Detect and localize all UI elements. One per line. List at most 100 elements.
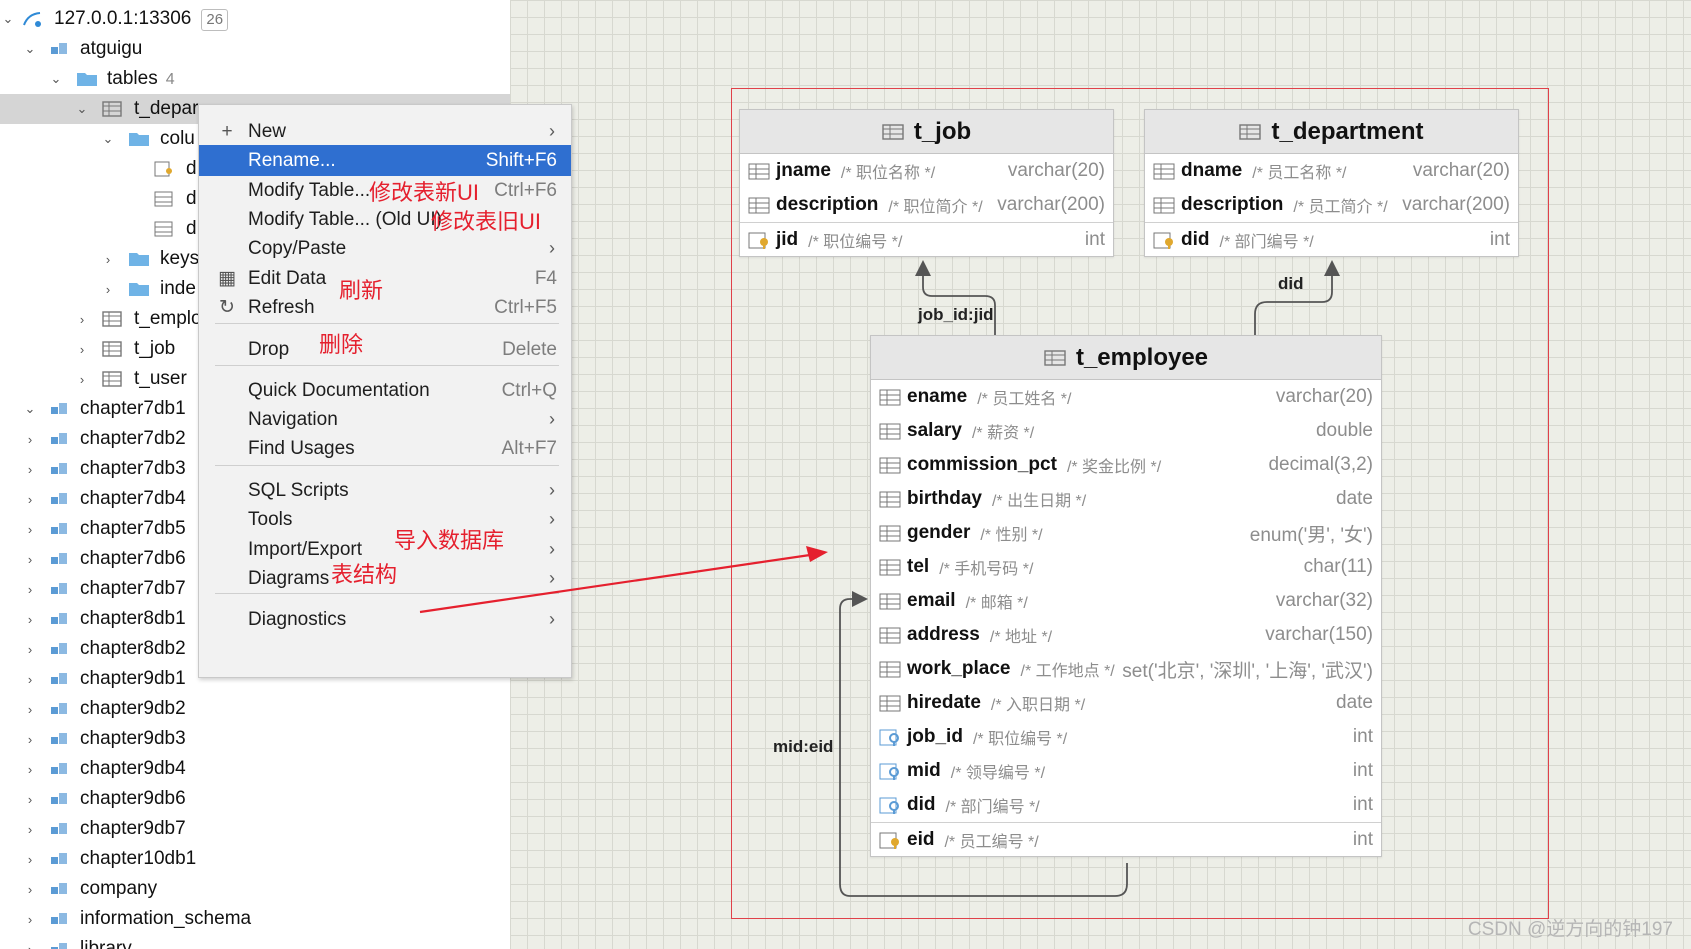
menu-item-find-usages[interactable]: Find Usages Alt+F7 — [199, 433, 571, 464]
menu-item-edit-data[interactable]: ▦ Edit Data F4 — [199, 263, 571, 294]
entity-field[interactable]: ename /* 员工姓名 */ varchar(20) — [871, 380, 1381, 414]
menu-item-label: Edit Data — [248, 267, 327, 289]
menu-separator — [215, 465, 559, 466]
chevron-right-icon[interactable]: › — [74, 371, 90, 387]
entity-title: t_employee — [1075, 343, 1209, 371]
primary-key-icon — [1153, 232, 1173, 249]
entity-field[interactable]: commission_pct /* 奖金比例 */ decimal(3,2) — [871, 448, 1381, 482]
tree-database[interactable]: › chapter9db6 — [0, 784, 510, 814]
entity-field[interactable]: address /* 地址 */ varchar(150) — [871, 618, 1381, 652]
menu-item-navigation[interactable]: Navigation › — [199, 404, 571, 435]
chevron-right-icon[interactable]: › — [22, 851, 38, 867]
chevron-right-icon[interactable]: › — [100, 281, 116, 297]
chevron-right-icon[interactable]: › — [22, 791, 38, 807]
tree-database[interactable]: › library — [0, 934, 510, 949]
field-name: job_id — [907, 726, 963, 747]
database-label: chapter7db6 — [80, 548, 186, 569]
entity-field[interactable]: mid /* 领导编号 */ int — [871, 754, 1381, 788]
entity-header[interactable]: t_job — [740, 110, 1113, 154]
chevron-down-icon[interactable]: ⌄ — [74, 101, 90, 117]
schema-icon — [51, 883, 67, 894]
chevron-right-icon[interactable]: › — [22, 821, 38, 837]
chevron-down-icon[interactable]: ⌄ — [22, 401, 38, 417]
menu-item-diagnostics[interactable]: Diagnostics › — [199, 604, 571, 635]
database-label: chapter9db3 — [80, 728, 186, 749]
menu-item-new[interactable]: + New › — [199, 116, 571, 147]
column-icon — [154, 191, 173, 207]
tree-database[interactable]: › chapter10db1 — [0, 844, 510, 874]
entity-field[interactable]: job_id /* 职位编号 */ int — [871, 720, 1381, 754]
chevron-right-icon[interactable]: › — [74, 311, 90, 327]
menu-item-quick-documentation[interactable]: Quick Documentation Ctrl+Q — [199, 375, 571, 406]
chevron-right-icon[interactable]: › — [22, 431, 38, 447]
entity-key-field[interactable]: did /* 部门编号 */ int — [1145, 222, 1518, 256]
tree-database[interactable]: › chapter9db7 — [0, 814, 510, 844]
entity-field[interactable]: description /* 职位简介 */ varchar(200) — [740, 188, 1113, 222]
chevron-right-icon[interactable]: › — [22, 521, 38, 537]
chevron-right-icon[interactable]: › — [22, 941, 38, 949]
chevron-right-icon[interactable]: › — [22, 491, 38, 507]
tree-schema[interactable]: ⌄ atguigu — [0, 34, 510, 64]
entity-t-job[interactable]: t_job jname /* 职位名称 */ varchar(20) descr… — [739, 109, 1114, 257]
entity-field[interactable]: dname /* 员工名称 */ varchar(20) — [1145, 154, 1518, 188]
chevron-right-icon[interactable]: › — [22, 461, 38, 477]
database-label: chapter7db1 — [80, 398, 186, 419]
entity-field[interactable]: did /* 部门编号 */ int — [871, 788, 1381, 822]
schema-icon — [51, 763, 67, 774]
entity-field[interactable]: salary /* 薪资 */ double — [871, 414, 1381, 448]
entity-header[interactable]: t_department — [1145, 110, 1518, 154]
entity-t-department[interactable]: t_department dname /* 员工名称 */ varchar(20… — [1144, 109, 1519, 257]
tree-database[interactable]: › information_schema — [0, 904, 510, 934]
table-label: t_emplo — [134, 308, 202, 329]
chevron-right-icon[interactable]: › — [100, 251, 116, 267]
entity-field[interactable]: description /* 员工简介 */ varchar(200) — [1145, 188, 1518, 222]
annotation-modify-new: 修改表新UI — [369, 180, 480, 205]
tree-connection[interactable]: ⌄ 127.0.0.1:13306 26 — [0, 4, 510, 34]
tree-tables-folder[interactable]: ⌄ tables 4 — [0, 64, 510, 94]
entity-key-field[interactable]: eid /* 员工编号 */ int — [871, 822, 1381, 856]
chevron-down-icon[interactable]: ⌄ — [48, 71, 64, 87]
chevron-right-icon[interactable]: › — [22, 671, 38, 687]
chevron-right-icon[interactable]: › — [22, 581, 38, 597]
tree-database[interactable]: › chapter9db4 — [0, 754, 510, 784]
menu-item-sql-scripts[interactable]: SQL Scripts › — [199, 475, 571, 506]
menu-item-copy-paste[interactable]: Copy/Paste › — [199, 233, 571, 264]
chevron-right-icon[interactable]: › — [22, 761, 38, 777]
annotation-drop: 删除 — [319, 332, 364, 357]
chevron-down-icon[interactable]: ⌄ — [100, 131, 116, 147]
menu-item-rename[interactable]: Rename... Shift+F6 — [199, 145, 571, 176]
chevron-right-icon[interactable]: › — [22, 881, 38, 897]
field-comment: /* 地址 */ — [989, 629, 1053, 646]
entity-field[interactable]: jname /* 职位名称 */ varchar(20) — [740, 154, 1113, 188]
chevron-right-icon[interactable]: › — [22, 551, 38, 567]
entity-t-employee[interactable]: t_employee ename /* 员工姓名 */ varchar(20) sal… — [870, 335, 1382, 857]
relation-label-job: job_id:jid — [918, 305, 994, 324]
chevron-right-icon[interactable]: › — [22, 911, 38, 927]
tree-database[interactable]: › chapter9db3 — [0, 724, 510, 754]
menu-item-drop[interactable]: Drop Delete — [199, 334, 571, 365]
entity-key-field[interactable]: jid /* 职位编号 */ int — [740, 222, 1113, 256]
chevron-right-icon[interactable]: › — [22, 611, 38, 627]
entity-field[interactable]: email /* 邮箱 */ varchar(32) — [871, 584, 1381, 618]
database-label: information_schema — [80, 908, 252, 929]
connection-label: 127.0.0.1:13306 — [54, 7, 192, 29]
field-name: gender — [907, 522, 971, 543]
entity-field[interactable]: gender /* 性别 */ enum('男', '女') — [871, 516, 1381, 550]
entity-field[interactable]: tel /* 手机号码 */ char(11) — [871, 550, 1381, 584]
chevron-down-icon[interactable]: ⌄ — [22, 41, 38, 57]
entity-header[interactable]: t_employee — [871, 336, 1381, 380]
chevron-down-icon[interactable]: ⌄ — [0, 11, 16, 27]
field-type: varchar(200) — [1402, 194, 1510, 215]
tree-database[interactable]: › company — [0, 874, 510, 904]
field-comment: /* 员工名称 */ — [1252, 165, 1347, 182]
chevron-right-icon[interactable]: › — [74, 341, 90, 357]
chevron-right-icon[interactable]: › — [22, 641, 38, 657]
entity-field[interactable]: work_place /* 工作地点 */ set('北京', '深圳', '上海'… — [871, 652, 1381, 686]
menu-item-tools[interactable]: Tools › — [199, 504, 571, 535]
entity-field[interactable]: hiredate /* 入职日期 */ date — [871, 686, 1381, 720]
chevron-right-icon[interactable]: › — [22, 701, 38, 717]
entity-field[interactable]: birthday /* 出生日期 */ date — [871, 482, 1381, 516]
tree-database[interactable]: › chapter9db2 — [0, 694, 510, 724]
chevron-right-icon[interactable]: › — [22, 731, 38, 747]
menu-item-refresh[interactable]: ↻ Refresh Ctrl+F5 — [199, 292, 571, 323]
